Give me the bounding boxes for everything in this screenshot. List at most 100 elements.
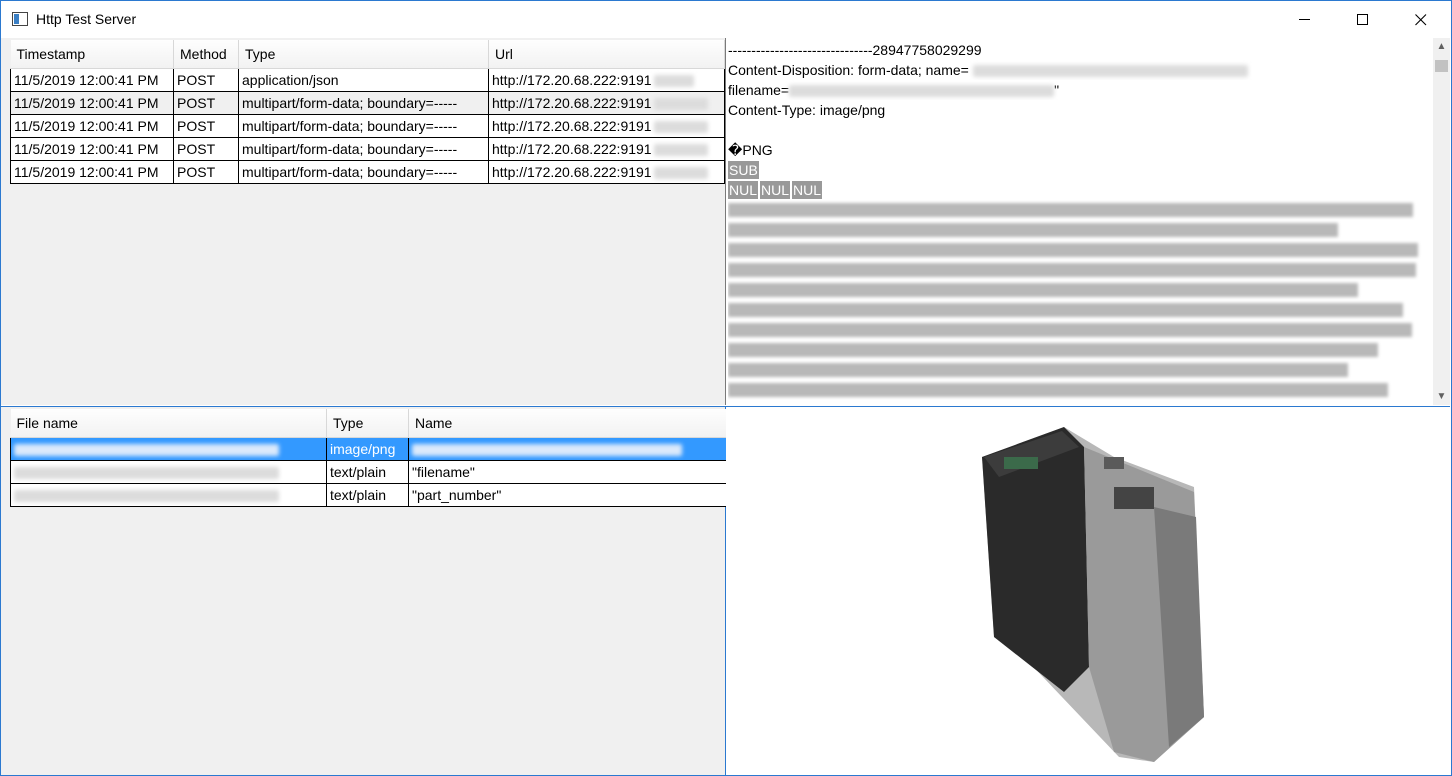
column-header-timestamp[interactable]: Timestamp xyxy=(10,40,174,69)
cell-timestamp: 11/5/2019 12:00:41 PM xyxy=(10,68,174,92)
cell-file-name xyxy=(10,460,327,484)
app-window-icon xyxy=(12,12,28,26)
vertical-scrollbar[interactable]: ▲ ▼ xyxy=(1433,38,1450,405)
redacted-text xyxy=(653,98,708,111)
cell-type: image/png xyxy=(326,437,409,461)
url-text: http://172.20.68.222:9191 xyxy=(492,95,652,111)
maximize-icon xyxy=(1357,13,1368,25)
table-row[interactable]: text/plain "filename" xyxy=(10,460,727,484)
column-header-type[interactable]: Type xyxy=(326,409,409,438)
url-text: http://172.20.68.222:9191 xyxy=(492,118,652,134)
scroll-up-icon[interactable]: ▲ xyxy=(1433,38,1450,55)
cell-name: "part_number" xyxy=(408,483,727,507)
raw-body-text[interactable]: -------------------------------289477580… xyxy=(728,40,1428,400)
cell-type: multipart/form-data; boundary=----- xyxy=(238,137,489,161)
binary-garbage-line xyxy=(728,320,1428,340)
cell-timestamp: 11/5/2019 12:00:41 PM xyxy=(10,137,174,161)
disposition-text: Content-Disposition: form-data; name= xyxy=(728,62,969,78)
cell-url: http://172.20.68.222:9191 xyxy=(488,68,725,92)
filename-line: filename= " xyxy=(728,80,1428,100)
title-bar[interactable]: Http Test Server xyxy=(1,1,1451,38)
image-preview-pane xyxy=(726,406,1450,775)
binary-garbage-line xyxy=(728,240,1428,260)
control-char-badge: SUB xyxy=(728,161,759,179)
binary-garbage-line xyxy=(728,220,1428,240)
cell-method: POST xyxy=(173,160,239,184)
table-row[interactable]: text/plain "part_number" xyxy=(10,483,727,507)
url-text: http://172.20.68.222:9191 xyxy=(492,72,652,88)
binary-garbage-line xyxy=(728,360,1428,380)
redacted-text xyxy=(653,167,708,180)
cell-type: text/plain xyxy=(326,460,409,484)
table-row[interactable]: 11/5/2019 12:00:41 PM POST multipart/for… xyxy=(10,91,725,115)
cell-type: application/json xyxy=(238,68,489,92)
column-header-method[interactable]: Method xyxy=(173,40,239,69)
redacted-text xyxy=(653,144,708,157)
binary-garbage-line xyxy=(728,380,1428,400)
cell-url: http://172.20.68.222:9191 xyxy=(488,114,725,138)
content-type-line: Content-Type: image/png xyxy=(728,102,886,118)
table-row[interactable]: 11/5/2019 12:00:41 PM POST multipart/for… xyxy=(10,114,725,138)
redacted-text xyxy=(972,65,1248,78)
control-char-badge: NUL xyxy=(728,181,759,199)
maximize-button[interactable] xyxy=(1334,1,1392,38)
cell-timestamp: 11/5/2019 12:00:41 PM xyxy=(10,160,174,184)
column-header-file-name[interactable]: File name xyxy=(10,409,327,438)
cell-url: http://172.20.68.222:9191 xyxy=(488,160,725,184)
binary-garbage-line xyxy=(728,260,1428,280)
binary-garbage-line xyxy=(728,340,1428,360)
binary-garbage-line xyxy=(728,280,1428,300)
parts-header-row: File name Type Name xyxy=(10,409,727,438)
cell-url: http://172.20.68.222:9191 xyxy=(488,91,725,115)
parts-table[interactable]: File name Type Name image/png text/plain… xyxy=(10,409,727,507)
control-char-badge: NUL xyxy=(760,181,791,199)
cell-method: POST xyxy=(173,68,239,92)
disposition-line: Content-Disposition: form-data; name= xyxy=(728,60,1428,80)
minimize-icon xyxy=(1299,18,1310,20)
cell-timestamp: 11/5/2019 12:00:41 PM xyxy=(10,91,174,115)
cell-url: http://172.20.68.222:9191 xyxy=(488,137,725,161)
table-row[interactable]: 11/5/2019 12:00:41 PM POST multipart/for… xyxy=(10,160,725,184)
redacted-text xyxy=(653,121,708,134)
cell-file-name xyxy=(10,483,327,507)
binary-garbage-line xyxy=(728,200,1428,220)
table-row[interactable]: 11/5/2019 12:00:41 PM POST multipart/for… xyxy=(10,137,725,161)
control-char-line: NUL NUL NUL xyxy=(728,180,1428,200)
url-text: http://172.20.68.222:9191 xyxy=(492,164,652,180)
boundary-line: -------------------------------289477580… xyxy=(728,42,982,58)
cell-method: POST xyxy=(173,137,239,161)
requests-pane: Timestamp Method Type Url 11/5/2019 12:0… xyxy=(1,38,726,405)
minimize-button[interactable] xyxy=(1276,1,1334,38)
png-signature-line: �PNG xyxy=(728,142,773,158)
control-char-line: SUB xyxy=(728,160,1428,180)
redacted-text xyxy=(14,467,279,480)
cell-type: text/plain xyxy=(326,483,409,507)
requests-table[interactable]: Timestamp Method Type Url 11/5/2019 12:0… xyxy=(10,40,725,184)
window-title: Http Test Server xyxy=(36,11,137,27)
raw-body-pane[interactable]: -------------------------------289477580… xyxy=(726,38,1450,405)
requests-header-row: Timestamp Method Type Url xyxy=(10,40,725,69)
cell-type: multipart/form-data; boundary=----- xyxy=(238,114,489,138)
cell-method: POST xyxy=(173,91,239,115)
cell-type: multipart/form-data; boundary=----- xyxy=(238,160,489,184)
cell-method: POST xyxy=(173,114,239,138)
table-row[interactable]: 11/5/2019 12:00:41 PM POST application/j… xyxy=(10,68,725,92)
redacted-text xyxy=(412,444,682,457)
redacted-text xyxy=(789,85,1055,98)
cell-timestamp: 11/5/2019 12:00:41 PM xyxy=(10,114,174,138)
binary-garbage-line xyxy=(728,300,1428,320)
redacted-text xyxy=(653,75,694,88)
filename-label: filename= xyxy=(728,82,790,98)
table-row-selected[interactable]: image/png xyxy=(10,437,727,461)
filename-quote: " xyxy=(1054,82,1060,98)
column-header-name[interactable]: Name xyxy=(408,409,727,438)
cell-name xyxy=(408,437,727,461)
close-icon xyxy=(1415,13,1427,25)
redacted-text xyxy=(14,444,279,457)
scroll-down-icon[interactable]: ▼ xyxy=(1433,388,1450,405)
scrollbar-thumb[interactable] xyxy=(1435,60,1448,72)
column-header-type[interactable]: Type xyxy=(238,40,489,69)
column-header-url[interactable]: Url xyxy=(488,40,725,69)
close-button[interactable] xyxy=(1392,1,1450,38)
